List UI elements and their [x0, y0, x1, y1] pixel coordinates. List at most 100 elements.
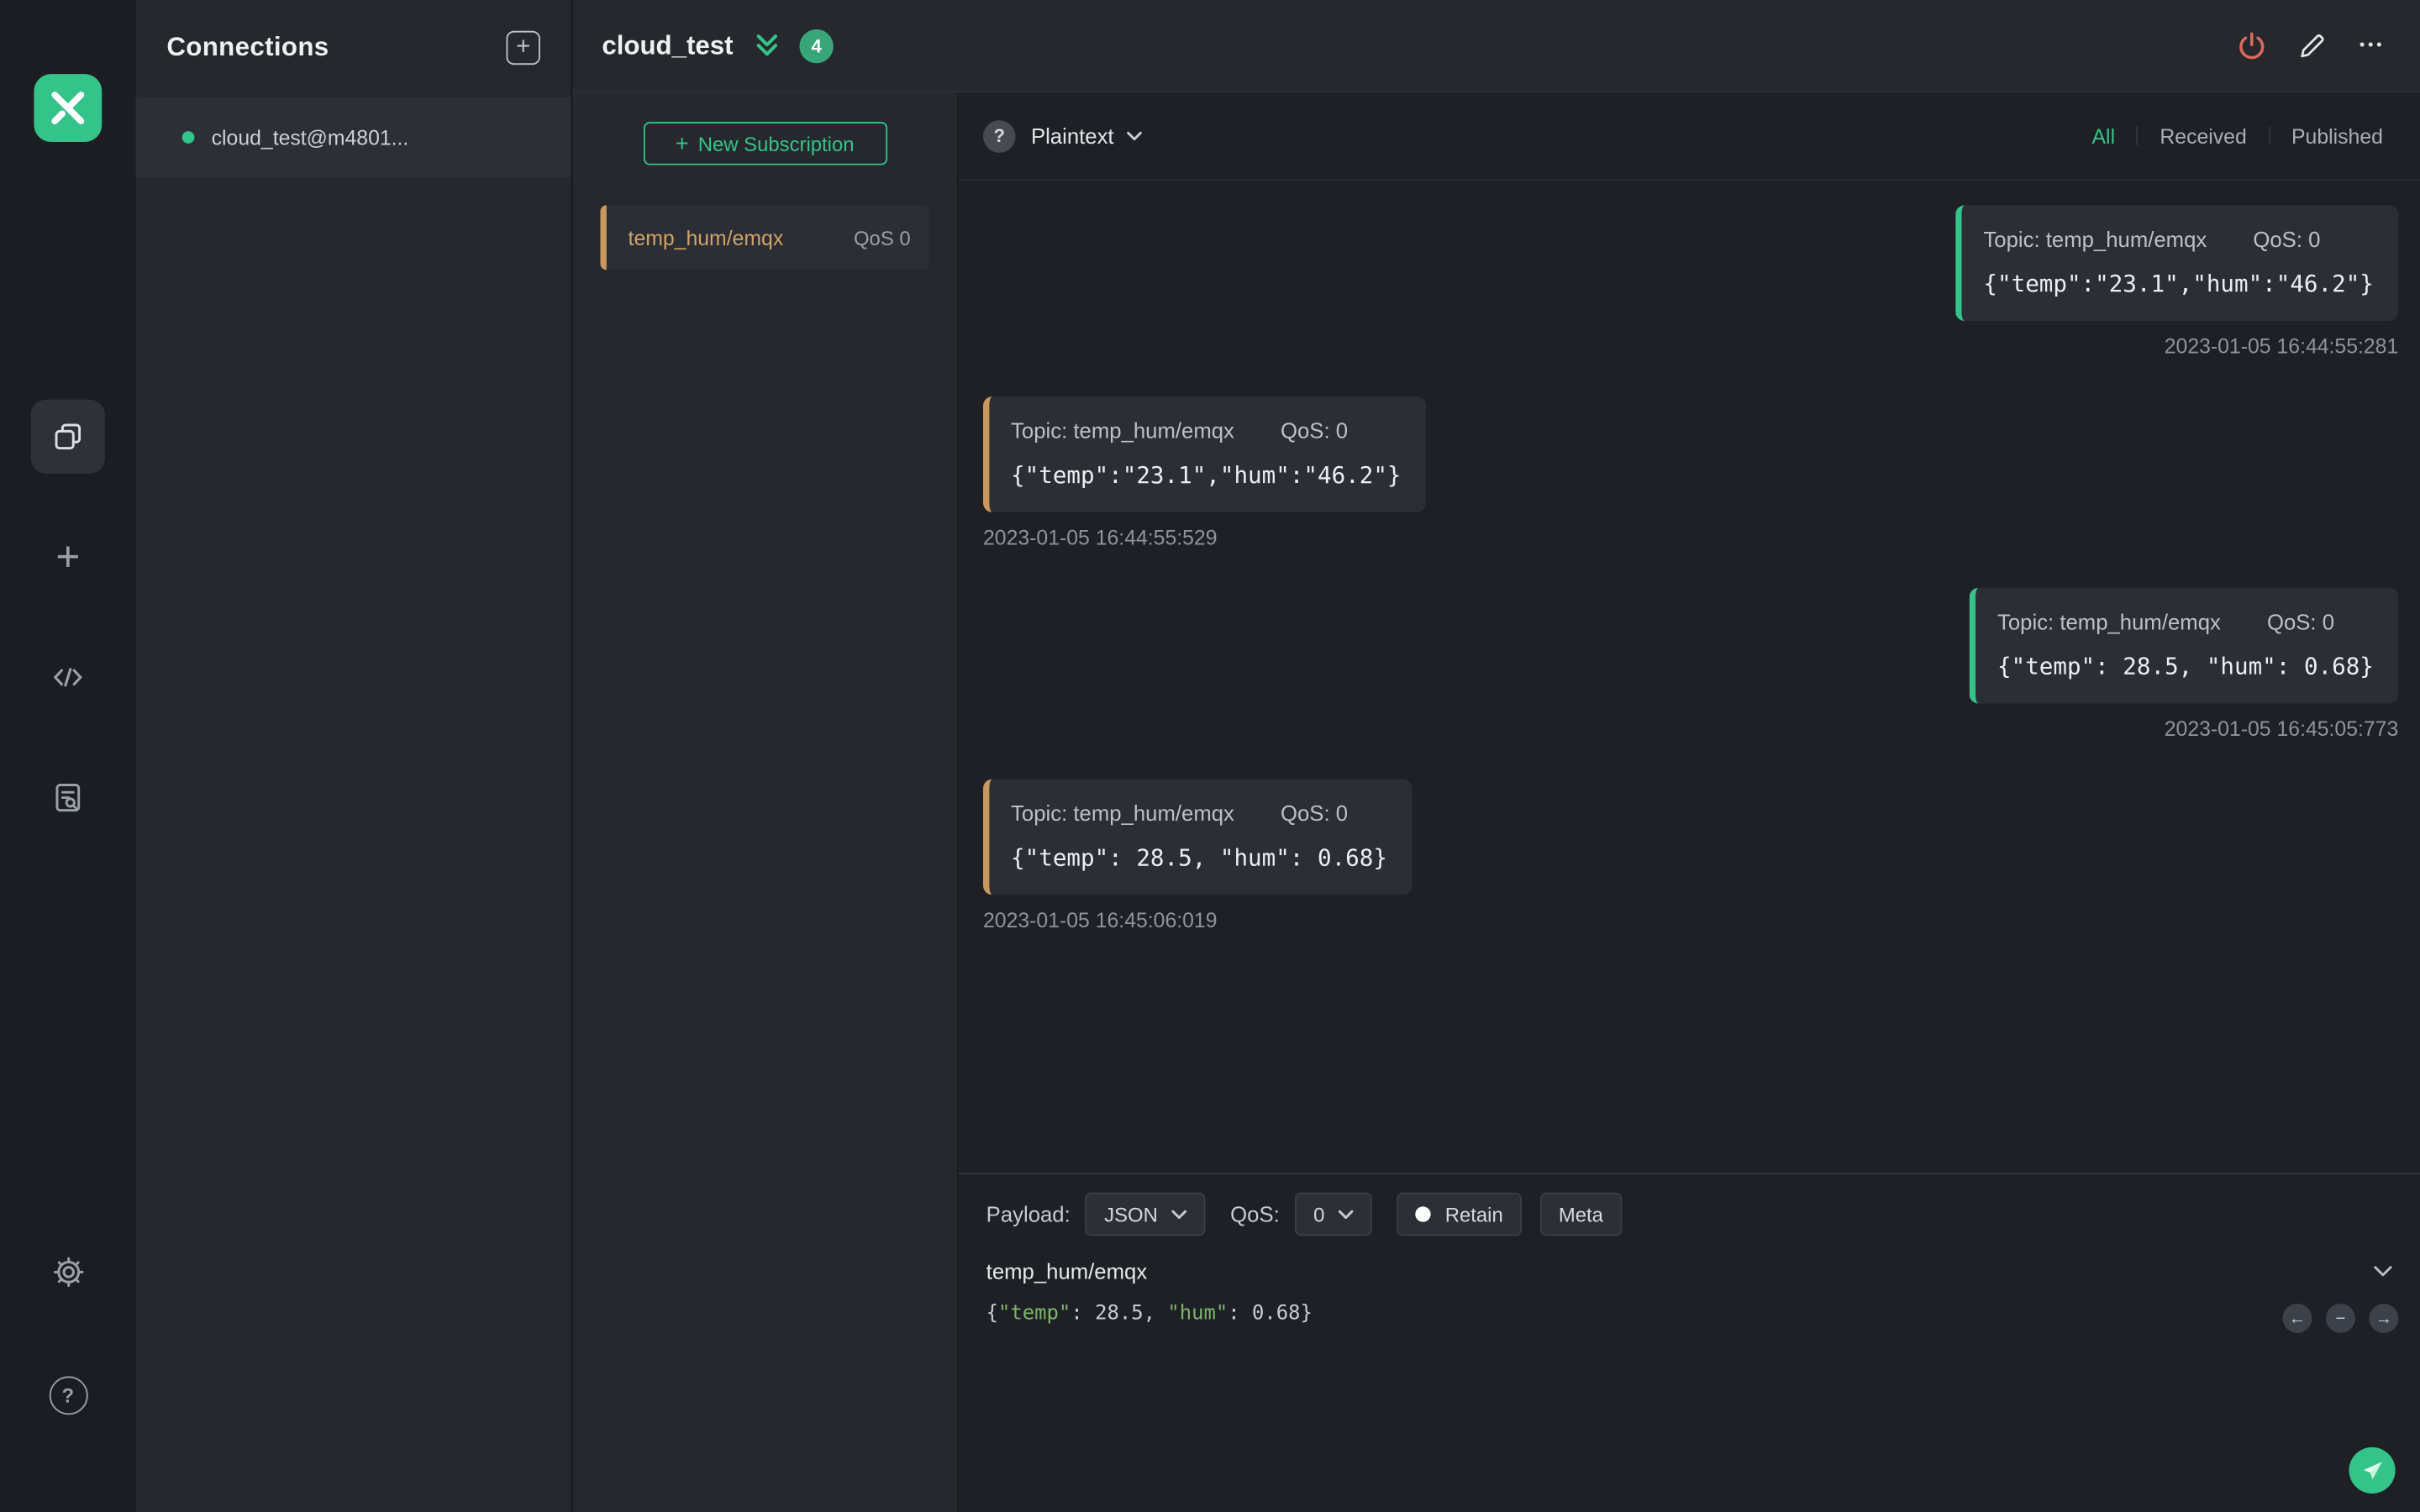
connection-title: cloud_test: [602, 29, 734, 60]
nav-connections-button[interactable]: [30, 399, 105, 474]
editor-token: {: [986, 1302, 999, 1326]
messages-toolbar: ? Plaintext All Received Published: [958, 92, 2420, 181]
publish-options-row: Payload: JSON QoS: 0 Retain Meta: [986, 1192, 2392, 1236]
subscriptions-column: + New Subscription temp_hum/emqx QoS 0: [572, 92, 959, 1512]
qos-value: 0: [1313, 1202, 1325, 1226]
pencil-icon: [2301, 34, 2324, 57]
message-topic: Topic: temp_hum/emqx: [1983, 227, 2207, 252]
message-group-received: Topic: temp_hum/emqx QoS: 0 {"temp": 28.…: [983, 779, 2398, 932]
message-timestamp: 2023-01-05 16:45:05:773: [2164, 717, 2399, 741]
plus-icon: +: [55, 533, 81, 580]
payload-format-help-button[interactable]: ?: [983, 119, 1016, 152]
format-value: Plaintext: [1030, 123, 1114, 149]
pager-back-button[interactable]: ←: [2282, 1304, 2312, 1333]
message-meta: Topic: temp_hum/emqx QoS: 0: [1997, 610, 2374, 634]
connections-header: Connections +: [136, 0, 571, 66]
qos-select[interactable]: 0: [1295, 1192, 1373, 1236]
pager-forward-button[interactable]: →: [2369, 1304, 2399, 1333]
more-options-button[interactable]: •••: [2354, 27, 2391, 64]
send-message-button[interactable]: [2349, 1446, 2396, 1494]
message-card[interactable]: Topic: temp_hum/emqx QoS: 0 {"temp":"23.…: [983, 396, 1426, 512]
filter-received[interactable]: Received: [2139, 124, 2269, 148]
meta-label: Meta: [1558, 1202, 1603, 1226]
double-chevron-down-icon: [756, 34, 778, 56]
qos-label: QoS:: [1230, 1201, 1280, 1227]
connection-list-item[interactable]: cloud_test@m4801...: [135, 97, 571, 178]
message-topic: Topic: temp_hum/emqx: [1011, 801, 1234, 826]
pager-collapse-button[interactable]: −: [2325, 1304, 2355, 1333]
gear-icon: [53, 1256, 83, 1287]
help-icon: ?: [48, 1375, 87, 1415]
new-subscription-label: New Subscription: [697, 132, 855, 155]
mqttx-app-window: + ? Connections + cloud_test@m4801... cl…: [0, 0, 2420, 1512]
nav-script-button[interactable]: [31, 640, 105, 714]
publish-topic-row: temp_hum/emqx: [986, 1259, 2392, 1284]
main-header: cloud_test 4 •••: [572, 0, 2420, 93]
payload-editor[interactable]: {"temp": 28.5, "hum": 0.68}: [986, 1302, 2392, 1326]
add-connection-button[interactable]: +: [506, 30, 540, 66]
help-button[interactable]: ?: [31, 1357, 105, 1431]
nav-new-connection-button[interactable]: +: [31, 520, 105, 594]
message-list[interactable]: Topic: temp_hum/emqx QoS: 0 {"temp":"23.…: [959, 181, 2420, 1173]
chevron-down-icon: [1339, 1209, 1354, 1219]
subscription-topic: temp_hum/emqx: [628, 226, 784, 249]
message-card[interactable]: Topic: temp_hum/emqx QoS: 0 {"temp": 28.…: [1969, 587, 2399, 704]
connections-title: Connections: [166, 32, 329, 62]
app-rail: + ?: [0, 0, 136, 1512]
collapse-subscriptions-button[interactable]: [753, 33, 781, 59]
question-icon: ?: [993, 124, 1006, 147]
messages-content: ? Plaintext All Received Published Topic…: [958, 92, 2420, 1512]
topic-input[interactable]: temp_hum/emqx: [986, 1259, 1148, 1284]
filter-published[interactable]: Published: [2270, 124, 2404, 148]
message-qos: QoS: 0: [1281, 801, 1349, 826]
editor-token: : 28.5,: [1071, 1302, 1168, 1326]
nav-log-button[interactable]: [31, 761, 105, 835]
edit-connection-button[interactable]: [2293, 27, 2330, 64]
editor-json-key: "hum": [1167, 1302, 1228, 1326]
rail-nav: +: [30, 399, 105, 835]
power-icon: [2239, 31, 2265, 59]
subscription-accent-bar: [600, 205, 607, 270]
new-subscription-button[interactable]: + New Subscription: [643, 122, 887, 165]
retain-label: Retain: [1444, 1202, 1503, 1226]
retain-toggle[interactable]: Retain: [1397, 1192, 1522, 1236]
message-group-received: Topic: temp_hum/emqx QoS: 0 {"temp":"23.…: [983, 396, 2398, 549]
filter-all[interactable]: All: [2070, 124, 2137, 148]
payload-label: Payload:: [986, 1201, 1071, 1227]
message-topic: Topic: temp_hum/emqx: [1997, 609, 2221, 634]
message-format-select[interactable]: Plaintext: [1031, 123, 1142, 148]
editor-pager: ← − →: [2282, 1304, 2399, 1333]
plus-icon: +: [516, 34, 531, 60]
plus-icon: +: [675, 130, 689, 157]
settings-button[interactable]: [31, 1234, 105, 1308]
message-meta: Topic: temp_hum/emqx QoS: 0: [1983, 227, 2373, 251]
message-timestamp: 2023-01-05 16:45:06:019: [983, 908, 1218, 932]
editor-json-key: "temp": [998, 1302, 1071, 1326]
subscription-item[interactable]: temp_hum/emqx QoS 0: [600, 205, 929, 270]
expand-editor-chevron-icon[interactable]: [2374, 1265, 2392, 1278]
message-meta: Topic: temp_hum/emqx QoS: 0: [1011, 418, 1401, 443]
message-qos: QoS: 0: [2266, 609, 2335, 634]
message-timestamp: 2023-01-05 16:44:55:281: [2164, 334, 2399, 359]
editor-token: : 0.68}: [1228, 1302, 1313, 1326]
message-card[interactable]: Topic: temp_hum/emqx QoS: 0 {"temp":"23.…: [1955, 205, 2399, 322]
meta-button[interactable]: Meta: [1539, 1192, 1623, 1236]
left-arrow-icon: ←: [2288, 1309, 2307, 1328]
code-icon: [54, 668, 82, 687]
right-arrow-icon: →: [2375, 1309, 2392, 1328]
mqttx-logo: [34, 74, 103, 142]
retain-dot-icon: [1415, 1206, 1432, 1222]
paper-plane-icon: [2363, 1461, 2382, 1479]
disconnect-button[interactable]: [2233, 27, 2270, 64]
message-payload: {"temp":"23.1","hum":"46.2"}: [1983, 270, 2374, 298]
message-group-published: Topic: temp_hum/emqx QoS: 0 {"temp": 28.…: [983, 587, 2399, 741]
connections-icon: [55, 423, 82, 450]
payload-format-select[interactable]: JSON: [1086, 1192, 1206, 1236]
message-card[interactable]: Topic: temp_hum/emqx QoS: 0 {"temp": 28.…: [983, 779, 1413, 895]
main-body: + New Subscription temp_hum/emqx QoS 0 ?…: [572, 92, 2420, 1512]
message-meta: Topic: temp_hum/emqx QoS: 0: [1011, 801, 1387, 825]
main-area: cloud_test 4 ••• + New Subscription temp…: [572, 0, 2420, 1512]
connections-list: cloud_test@m4801...: [135, 97, 571, 178]
connections-panel: Connections + cloud_test@m4801...: [135, 0, 573, 1512]
message-group-published: Topic: temp_hum/emqx QoS: 0 {"temp":"23.…: [983, 205, 2399, 359]
